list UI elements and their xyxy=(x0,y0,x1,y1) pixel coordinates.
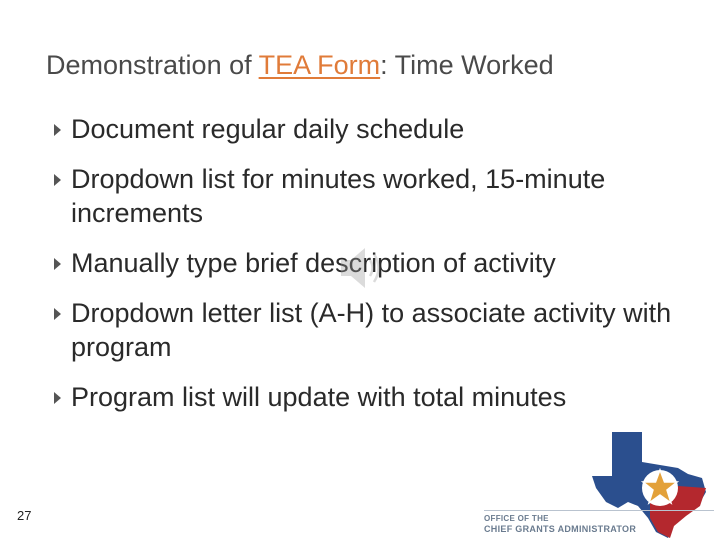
bullet-text: Dropdown letter list (A-H) to associate … xyxy=(71,298,672,362)
triangle-right-icon xyxy=(54,124,61,136)
triangle-right-icon xyxy=(54,174,61,186)
slide: Demonstration of TEA Form: Time Worked D… xyxy=(0,0,720,540)
slide-title: Demonstration of TEA Form: Time Worked xyxy=(46,50,686,81)
bullet-text: Document regular daily schedule xyxy=(71,114,465,144)
title-suffix: : Time Worked xyxy=(380,50,554,80)
triangle-right-icon xyxy=(54,258,61,270)
speaker-icon[interactable] xyxy=(337,240,385,296)
bullet-text: Dropdown list for minutes worked, 15-min… xyxy=(71,164,606,228)
logo-line-2: CHIEF GRANTS ADMINISTRATOR xyxy=(484,524,637,534)
bullet-text: Manually type brief description of activ… xyxy=(71,248,556,278)
office-logo-text: OFFICE OF THE CHIEF GRANTS ADMINISTRATOR xyxy=(484,510,714,536)
triangle-right-icon xyxy=(54,392,61,404)
bullet-item: Document regular daily schedule xyxy=(50,112,690,146)
bullet-item: Program list will update with total minu… xyxy=(50,380,690,414)
bullet-text: Program list will update with total minu… xyxy=(71,382,567,412)
tea-form-link[interactable]: TEA Form xyxy=(259,50,381,80)
logo-line-1: OFFICE OF THE xyxy=(484,510,714,524)
triangle-right-icon xyxy=(54,308,61,320)
bullet-item: Dropdown letter list (A-H) to associate … xyxy=(50,296,690,364)
title-prefix: Demonstration of xyxy=(46,50,259,80)
slide-number: 27 xyxy=(17,508,32,523)
bullet-item: Dropdown list for minutes worked, 15-min… xyxy=(50,162,690,230)
